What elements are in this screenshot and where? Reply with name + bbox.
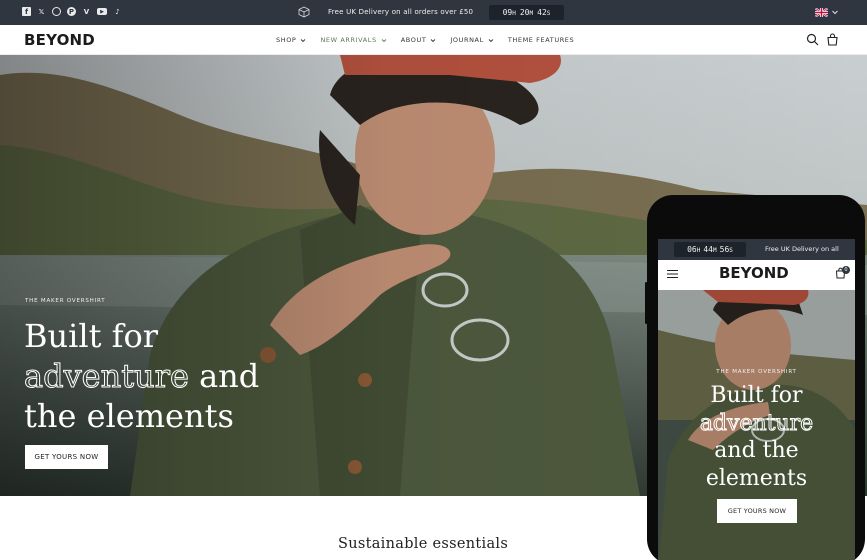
hero-title: Built for adventure and the elements <box>24 316 260 436</box>
nav-journal-label: JOURNAL <box>450 36 484 44</box>
mobile-title-outline: adventure <box>699 410 814 436</box>
get-yours-now-button[interactable]: GET YOURS NOW <box>25 445 108 469</box>
nav-new-arrivals-label: NEW ARRIVALS <box>320 36 377 44</box>
mobile-title-line-1: Built for <box>710 383 803 408</box>
hero-title-outline: adventure <box>24 357 190 396</box>
search-icon[interactable] <box>806 33 819 46</box>
site-header: BEYOND SHOP NEW ARRIVALS ABOUT JOURNAL T… <box>0 25 867 55</box>
mobile-hero-title: Built for adventure and the elements <box>658 382 855 492</box>
mobile-get-yours-now-button[interactable]: GET YOURS NOW <box>717 499 797 523</box>
hero-title-line-2-rest: and <box>188 357 260 395</box>
hero-title-line-3: the elements <box>24 397 234 435</box>
vimeo-icon[interactable]: V <box>82 7 91 17</box>
section-title: Sustainable essentials <box>338 536 509 552</box>
main-nav: SHOP NEW ARRIVALS ABOUT JOURNAL THEME FE… <box>276 36 574 44</box>
announcement-bar: f 𝕏 P V ▶ ♪ Free UK Delivery on all orde… <box>0 0 867 25</box>
mobile-countdown-seconds: 56S <box>719 245 733 254</box>
chevron-down-icon <box>488 38 494 42</box>
uk-flag-icon[interactable] <box>815 8 828 17</box>
nav-about-label: ABOUT <box>400 36 427 44</box>
mobile-hero: THE MAKER OVERSHIRT Built for adventure … <box>658 290 855 560</box>
facebook-icon[interactable]: f <box>22 7 31 16</box>
nav-theme-features-label: THEME FEATURES <box>507 36 575 44</box>
nav-shop[interactable]: SHOP <box>276 36 306 44</box>
chevron-down-icon <box>431 38 436 42</box>
countdown-hours: 09H <box>502 8 516 17</box>
mobile-title-line-3: and the <box>714 438 799 463</box>
logo[interactable]: BEYOND <box>24 31 95 49</box>
nav-new-arrivals[interactable]: NEW ARRIVALS <box>320 36 387 44</box>
mobile-screen: 06H 44M 56S Free UK Delivery on all BEYO… <box>658 239 855 560</box>
chevron-down-icon <box>301 38 306 42</box>
youtube-icon[interactable]: ▶ <box>97 8 107 15</box>
hero-title-line-1: Built for <box>24 317 159 355</box>
instagram-icon[interactable] <box>52 7 61 16</box>
countdown-minutes: 20M <box>519 8 534 17</box>
menu-icon[interactable] <box>667 269 678 279</box>
mobile-countdown-timer: 06H 44M 56S <box>674 242 746 257</box>
countdown-seconds: 42S <box>537 8 551 17</box>
mobile-announcement-bar: 06H 44M 56S Free UK Delivery on all <box>658 239 855 260</box>
nav-shop-label: SHOP <box>276 36 297 44</box>
tiktok-icon[interactable]: ♪ <box>113 7 122 17</box>
mobile-countdown-minutes: 44M <box>703 245 717 254</box>
page: f 𝕏 P V ▶ ♪ Free UK Delivery on all orde… <box>0 0 867 560</box>
mobile-hero-eyebrow: THE MAKER OVERSHIRT <box>716 369 797 375</box>
social-links: f 𝕏 P V ▶ ♪ <box>22 7 122 17</box>
hero-title-line-2: adventure and <box>24 356 260 396</box>
box-icon <box>298 6 310 18</box>
countdown-timer: 09H 20M 42S <box>489 5 564 20</box>
nav-about[interactable]: ABOUT <box>401 36 437 44</box>
x-icon[interactable]: 𝕏 <box>37 7 46 17</box>
mobile-countdown-hours: 06H <box>687 245 701 254</box>
announcement-text: Free UK Delivery on all orders over £50 <box>328 8 474 16</box>
chevron-down-icon <box>381 38 387 42</box>
chevron-down-icon[interactable] <box>831 8 839 16</box>
cart-icon[interactable] <box>826 33 839 46</box>
mobile-logo[interactable]: BEYOND <box>719 264 789 282</box>
nav-theme-features[interactable]: THEME FEATURES <box>508 36 574 44</box>
pinterest-icon[interactable]: P <box>67 7 76 16</box>
hero-eyebrow: THE MAKER OVERSHIRT <box>25 298 106 304</box>
mobile-announcement-text: Free UK Delivery on all <box>765 245 839 253</box>
mobile-title-line-4: elements <box>705 465 808 491</box>
cart-count-badge: 0 <box>842 266 850 274</box>
nav-journal[interactable]: JOURNAL <box>450 36 494 44</box>
